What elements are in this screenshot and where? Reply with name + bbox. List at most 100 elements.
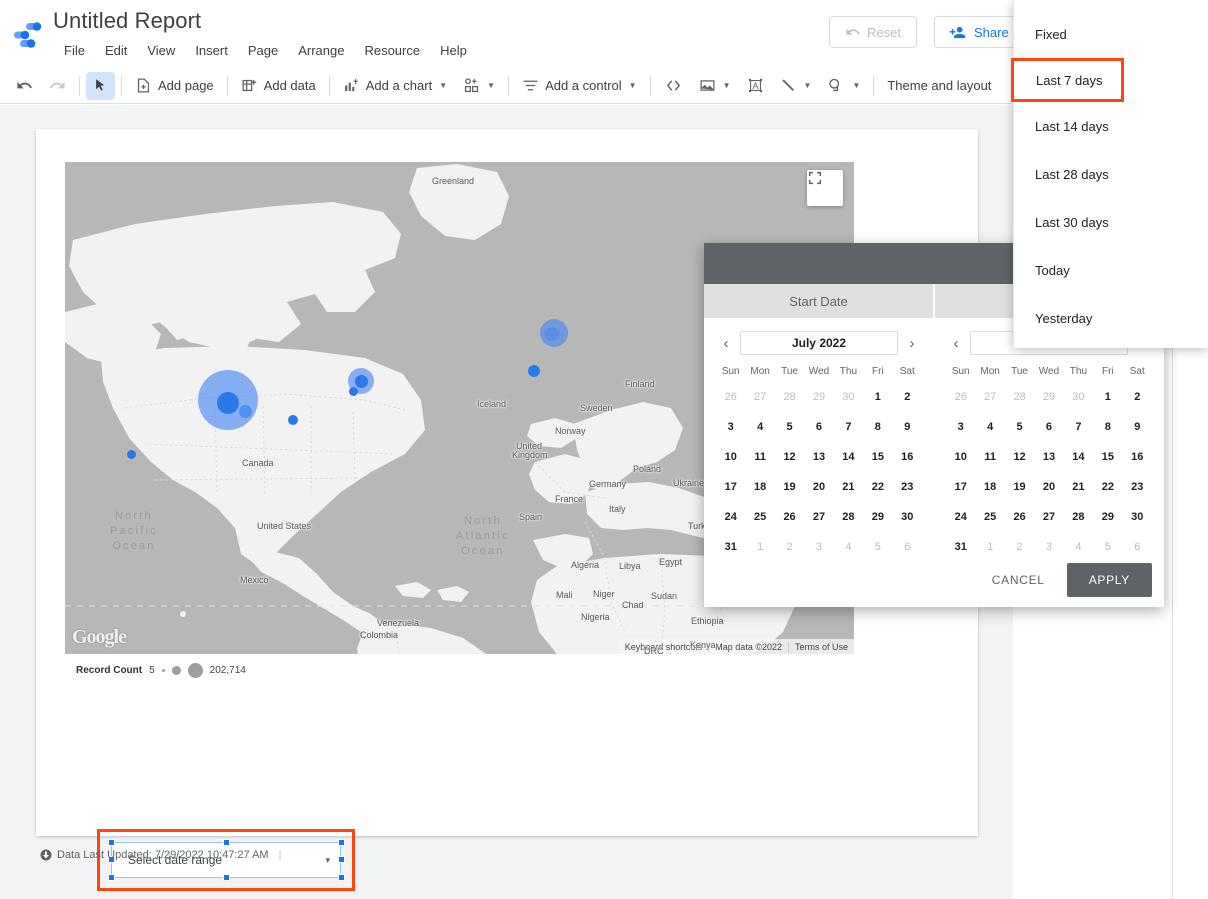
calendar-day[interactable]: 30 [1064,382,1093,412]
map-bubble[interactable] [127,450,136,459]
menu-item-today[interactable]: Today [1014,246,1208,294]
shape-tool-button[interactable]: ▼ [820,72,867,100]
month-label[interactable]: July 2022 [740,331,898,355]
resize-handle-e[interactable] [338,856,345,863]
calendar-day[interactable]: 20 [804,472,833,502]
menu-help[interactable]: Help [430,40,477,61]
calendar-day[interactable]: 6 [1034,412,1063,442]
calendar-day[interactable]: 13 [804,442,833,472]
map-bubble[interactable] [349,387,358,396]
calendar-day[interactable]: 30 [893,502,922,532]
add-data-button[interactable]: Add data [234,72,323,100]
resize-handle-s[interactable] [223,874,230,881]
map-bubble[interactable] [288,415,298,425]
calendar-day[interactable]: 5 [775,412,804,442]
text-box-button[interactable]: A [740,72,771,100]
page-title[interactable]: Untitled Report [53,8,201,34]
calendar-day[interactable]: 2 [893,382,922,412]
map-bubble[interactable] [355,375,368,388]
calendar-day[interactable]: 23 [893,472,922,502]
chevron-down-icon[interactable]: ▾ [325,855,330,866]
calendar-day[interactable]: 17 [946,472,975,502]
calendar-day[interactable]: 21 [834,472,863,502]
theme-and-layout-button[interactable]: Theme and layout [880,72,998,100]
calendar-day[interactable]: 3 [946,412,975,442]
insert-image-button[interactable]: ▼ [692,72,738,100]
add-chart-button[interactable]: Add a chart ▼ [336,72,454,100]
calendar-day[interactable]: 7 [1064,412,1093,442]
calendar-day[interactable]: 23 [1123,472,1152,502]
calendar-day[interactable]: 4 [975,412,1004,442]
calendar-day[interactable]: 24 [716,502,745,532]
menu-view[interactable]: View [137,40,185,61]
calendar-day[interactable]: 29 [1093,502,1122,532]
calendar-day[interactable]: 12 [1005,442,1034,472]
calendar-day[interactable]: 9 [893,412,922,442]
calendar-day[interactable]: 29 [863,502,892,532]
calendar-day[interactable]: 27 [1034,502,1063,532]
calendar-day[interactable]: 7 [834,412,863,442]
menu-arrange[interactable]: Arrange [288,40,354,61]
calendar-day[interactable]: 26 [1005,502,1034,532]
calendar-day[interactable]: 19 [775,472,804,502]
menu-item-fixed[interactable]: Fixed [1014,10,1208,58]
calendar-day[interactable]: 30 [1123,502,1152,532]
resize-handle-ne[interactable] [338,839,345,846]
calendar-day[interactable]: 27 [804,502,833,532]
calendar-day[interactable]: 8 [1093,412,1122,442]
resize-handle-sw[interactable] [108,874,115,881]
undo-button[interactable] [9,72,40,100]
calendar-day[interactable]: 28 [1005,382,1034,412]
menu-edit[interactable]: Edit [95,40,137,61]
calendar-day[interactable]: 27 [975,382,1004,412]
terms-of-use-link[interactable]: Terms of Use [787,641,854,652]
calendar-day[interactable]: 15 [1093,442,1122,472]
prev-month-button[interactable]: ‹ [716,335,736,352]
start-date-calendar[interactable]: ‹ July 2022 › Sun Mon Tue Wed Thu Fri Sat 26 27 2… [704,324,934,562]
redo-button[interactable] [42,72,73,100]
tab-start-date[interactable]: Start Date [704,284,933,318]
map-bubble[interactable] [528,365,540,377]
menu-insert[interactable]: Insert [185,40,238,61]
calendar-day[interactable]: 4 [745,412,774,442]
cancel-button[interactable]: CANCEL [978,564,1059,596]
menu-page[interactable]: Page [238,40,288,61]
resize-handle-se[interactable] [338,874,345,881]
map-fullscreen-button[interactable] [807,170,843,206]
calendar-day[interactable]: 30 [834,382,863,412]
calendar-day[interactable]: 22 [863,472,892,502]
menu-file[interactable]: File [54,40,95,61]
apply-button[interactable]: APPLY [1066,563,1152,597]
calendar-day[interactable]: 17 [716,472,745,502]
line-tool-button[interactable]: ▼ [773,72,819,100]
calendar-day[interactable]: 14 [834,442,863,472]
calendar-day[interactable]: 21 [1064,472,1093,502]
calendar-day[interactable]: 9 [1123,412,1152,442]
reset-button[interactable]: Reset [829,16,917,48]
calendar-day[interactable]: 16 [1123,442,1152,472]
resize-handle-nw[interactable] [108,839,115,846]
calendar-day[interactable]: 1 [1093,382,1122,412]
menu-item-last-30-days[interactable]: Last 30 days [1014,198,1208,246]
calendar-day[interactable]: 28 [1064,502,1093,532]
calendar-day[interactable]: 27 [745,382,774,412]
calendar-day[interactable]: 20 [1034,472,1063,502]
select-tool-button[interactable] [86,71,115,100]
map-bubble[interactable] [217,392,239,414]
calendar-day[interactable]: 28 [834,502,863,532]
resize-handle-n[interactable] [223,839,230,846]
calendar-day[interactable]: 10 [716,442,745,472]
calendar-day[interactable]: 22 [1093,472,1122,502]
date-range-dropdown-menu[interactable]: Fixed Last 7 days Last 14 days Last 28 days… [1011,0,1208,348]
next-month-button[interactable]: › [902,335,922,352]
prev-month-button[interactable]: ‹ [946,335,966,352]
keyboard-shortcuts-link[interactable]: Keyboard shortcuts [619,642,709,652]
calendar-day[interactable]: 8 [863,412,892,442]
calendar-day[interactable]: 19 [1005,472,1034,502]
calendar-day[interactable]: 5 [1005,412,1034,442]
add-control-button[interactable]: Add a control ▼ [515,72,644,100]
calendar-day[interactable]: 3 [716,412,745,442]
add-page-button[interactable]: Add page [128,72,221,100]
calendar-day[interactable]: 26 [716,382,745,412]
calendar-day[interactable]: 29 [1034,382,1063,412]
